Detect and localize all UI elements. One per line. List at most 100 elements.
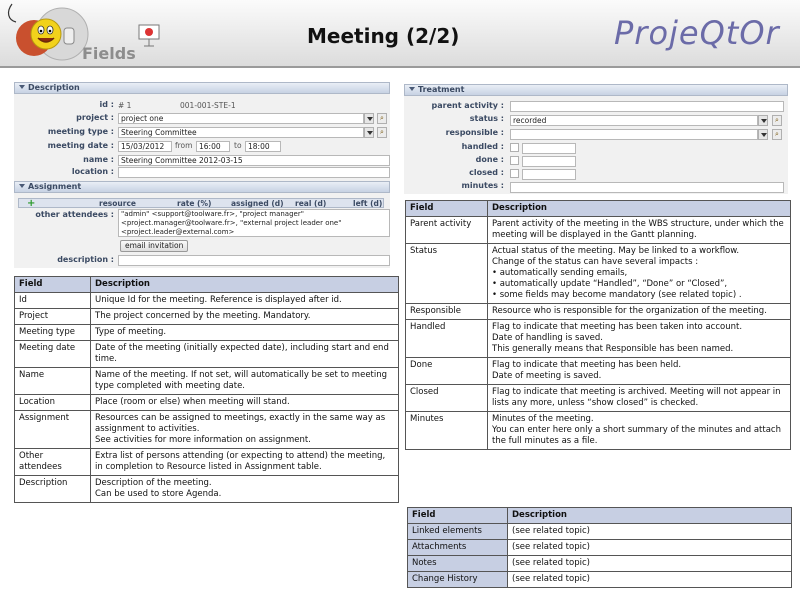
parent-activity-label: parent activity : [431, 101, 505, 110]
name-label: name : [83, 155, 114, 164]
presentation-board-icon [136, 22, 162, 48]
meeting-date-input[interactable]: 15/03/2012 [118, 141, 172, 152]
description-fields-table: Field Description Id Unique Id for the me… [14, 276, 399, 503]
projeqtor-mascot-logo: Fields [4, 2, 136, 66]
meeting-type-dropdown-button[interactable] [364, 127, 374, 138]
description-input[interactable] [118, 255, 390, 266]
table-row: Other attendees Extra list of persons att… [14, 448, 399, 476]
minutes-label: minutes : [461, 181, 504, 190]
table-row: Name Name of the meeting. If not set, wil… [14, 367, 399, 395]
table-header-row: Field Description [407, 507, 792, 524]
table-row: Project The project concerned by the meet… [14, 308, 399, 325]
status-label: status : [469, 114, 504, 123]
col-rate: rate (%) [177, 199, 212, 208]
brand-wordmark: ProjeQtOr [614, 14, 780, 52]
meeting-form-left: Description id : # 1 001-001-STE-1 proje… [14, 82, 390, 268]
responsible-dropdown-button[interactable] [758, 129, 768, 140]
col-assigned: assigned (d) [231, 199, 284, 208]
table-header-row: Field Description [405, 200, 791, 217]
done-checkbox[interactable] [510, 156, 519, 165]
closed-date-input[interactable] [522, 169, 576, 180]
email-invitation-button[interactable]: email invitation [120, 240, 189, 252]
logo-fields-text: Fields [82, 44, 136, 63]
project-label: project : [76, 113, 114, 122]
location-input[interactable] [118, 167, 390, 178]
status-dropdown-button[interactable] [758, 115, 768, 126]
name-input[interactable]: Steering Committee 2012-03-15 [118, 155, 390, 166]
table-row: Assignment Resources can be assigned to … [14, 410, 399, 449]
slide-header: Fields Meeting (2/2) ProjeQtOr [0, 0, 800, 68]
table-row: Id Unique Id for the meeting. Reference i… [14, 292, 399, 309]
meeting-type-search-icon[interactable]: ⌕ [377, 127, 387, 138]
table-row: Meeting type Type of meeting. [14, 324, 399, 341]
table-row: Change History (see related topic) [407, 571, 792, 588]
col-real: real (d) [295, 199, 327, 208]
minutes-input[interactable] [510, 182, 784, 193]
table-header-row: Field Description [14, 276, 399, 293]
status-search-icon[interactable]: ⌕ [772, 115, 782, 126]
project-search-icon[interactable]: ⌕ [377, 113, 387, 124]
table-row: Minutes Minutes of the meeting. You can e… [405, 411, 791, 450]
column-header: Description [507, 507, 792, 524]
col-left: left (d) [353, 199, 383, 208]
assignment-section-header[interactable]: Assignment [14, 181, 390, 193]
add-assignment-icon[interactable]: + [27, 198, 35, 209]
meeting-type-label: meeting type : [47, 127, 114, 136]
column-header: Field [407, 507, 508, 524]
project-dropdown-button[interactable] [364, 113, 374, 124]
collapse-arrow-icon [409, 87, 415, 91]
meeting-date-label: meeting date : [47, 141, 114, 150]
table-row: Location Place (room or else) when meetin… [14, 394, 399, 411]
parent-activity-select[interactable] [510, 101, 784, 112]
treatment-fields-table: Field Description Parent activity Parent … [405, 200, 791, 450]
handled-date-input[interactable] [522, 143, 576, 154]
from-label: from [175, 141, 193, 150]
start-time-input[interactable]: 16:00 [196, 141, 230, 152]
handled-label: handled : [461, 142, 504, 151]
id-label: id : [99, 100, 114, 109]
table-row: Status Actual status of the meeting. May… [405, 243, 791, 304]
status-select[interactable]: recorded [510, 115, 758, 126]
end-time-input[interactable]: 18:00 [245, 141, 281, 152]
page-title: Meeting (2/2) [307, 24, 460, 48]
status-impact-list: automatically sending emails, automatica… [492, 268, 786, 301]
column-header: Description [487, 200, 791, 217]
column-header: Field [405, 200, 488, 217]
table-row: Meeting date Date of the meeting (initial… [14, 340, 399, 368]
responsible-select[interactable] [510, 129, 758, 140]
closed-label: closed : [469, 168, 504, 177]
table-row: Done Flag to indicate that meeting has b… [405, 357, 791, 385]
to-label: to [234, 141, 242, 150]
table-row: Responsible Resource who is responsible f… [405, 303, 791, 320]
collapse-arrow-icon [19, 85, 25, 89]
column-header: Field [14, 276, 91, 293]
id-reference: 001-001-STE-1 [180, 101, 236, 110]
done-date-input[interactable] [522, 156, 576, 167]
table-row: Attachments (see related topic) [407, 539, 792, 556]
meeting-type-select[interactable]: Steering Committee [118, 127, 364, 138]
col-resource: resource [99, 199, 136, 208]
responsible-label: responsible : [445, 128, 504, 137]
responsible-search-icon[interactable]: ⌕ [772, 129, 782, 140]
collapse-arrow-icon [19, 184, 25, 188]
description-section-header[interactable]: Description [14, 82, 390, 94]
table-row: Description Description of the meeting. C… [14, 475, 399, 503]
location-label: location : [71, 167, 114, 176]
handled-checkbox[interactable] [510, 143, 519, 152]
meeting-form-right: Treatment parent activity : status : rec… [404, 84, 788, 194]
other-attendees-textarea[interactable]: "admin" <support@toolware.fr>, "project … [118, 209, 390, 237]
table-row: Notes (see related topic) [407, 555, 792, 572]
closed-checkbox[interactable] [510, 169, 519, 178]
assignment-table-header: + resource rate (%) assigned (d) real (d… [18, 198, 384, 209]
other-attendees-label: other attendees : [35, 210, 114, 219]
linked-sections-table: Field Description Linked elements (see re… [407, 507, 792, 588]
treatment-section-header[interactable]: Treatment [404, 84, 788, 96]
description-label: description : [57, 255, 114, 264]
id-value: # 1 [118, 101, 132, 110]
table-row: Handled Flag to indicate that meeting ha… [405, 319, 791, 358]
project-select[interactable]: project one [118, 113, 364, 124]
column-header: Description [90, 276, 399, 293]
table-row: Parent activity Parent activity of the me… [405, 216, 791, 244]
done-label: done : [475, 155, 504, 164]
table-row: Closed Flag to indicate that meeting is a… [405, 384, 791, 412]
